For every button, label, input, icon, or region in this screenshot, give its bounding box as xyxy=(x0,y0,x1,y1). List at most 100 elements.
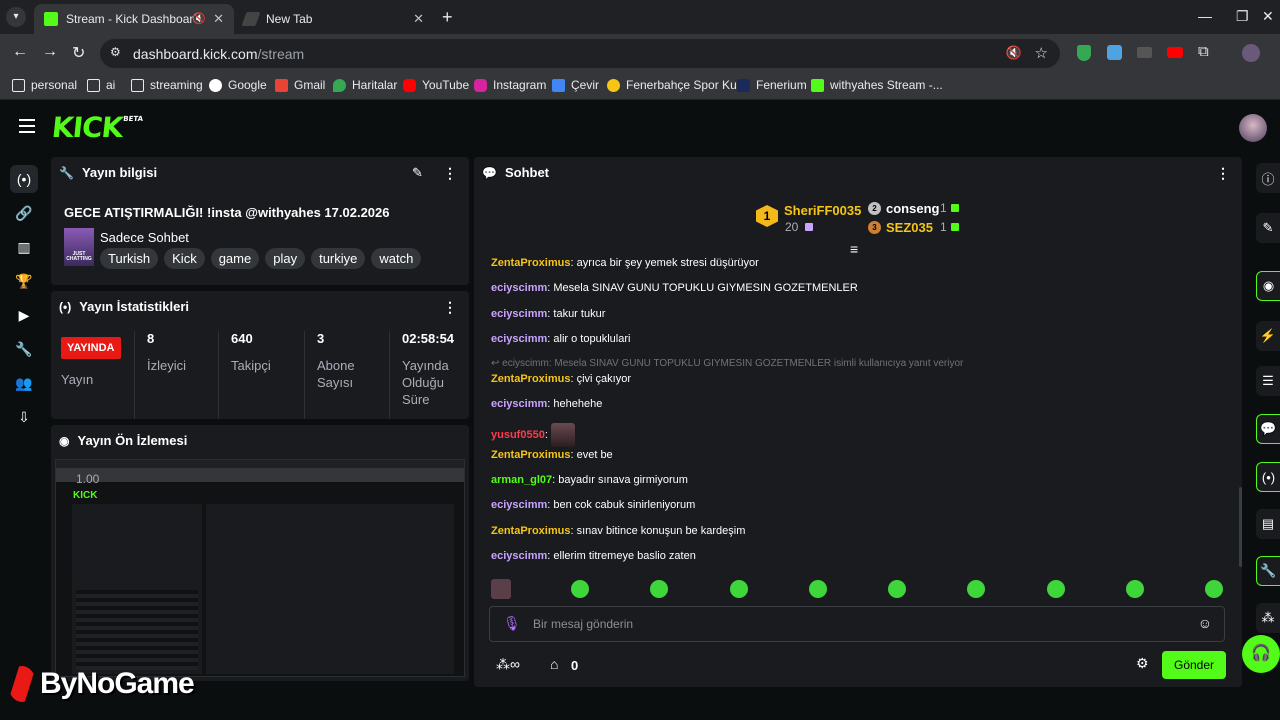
tag-chip[interactable]: turkiye xyxy=(311,248,366,269)
third-name[interactable]: SEZ035 xyxy=(886,220,933,235)
close-tab-icon[interactable]: ✕ xyxy=(413,11,424,27)
bookmark-gmail[interactable]: Gmail xyxy=(275,78,325,92)
forward-icon[interactable]: → xyxy=(42,43,58,61)
chat-username[interactable]: eciyscimm xyxy=(491,308,547,320)
chat-username[interactable]: ZentaProximus xyxy=(491,257,570,269)
preview-toggle-icon[interactable]: ◉ xyxy=(1256,271,1280,301)
chat-username[interactable]: ZentaProximus xyxy=(491,525,570,537)
profile-avatar[interactable] xyxy=(1242,44,1260,62)
chat-username[interactable]: eciyscimm xyxy=(491,499,547,511)
emoji-picker-icon[interactable]: ☺ xyxy=(1198,615,1212,631)
tag-chip[interactable]: play xyxy=(265,248,306,269)
category-thumbnail[interactable]: JUST CHATTING xyxy=(64,228,94,266)
preview-video[interactable]: KICK 1.00 xyxy=(55,459,465,677)
trophy-icon[interactable]: 🏆 xyxy=(10,267,38,295)
emote-kick-icon[interactable] xyxy=(967,580,985,598)
bookmark-personal[interactable]: personal xyxy=(12,78,77,92)
quick-actions-icon[interactable]: ⚡ xyxy=(1256,321,1280,351)
video-library-icon[interactable]: ▶ xyxy=(10,301,38,329)
bookmark-google[interactable]: Google xyxy=(209,78,267,92)
new-tab-button[interactable]: + xyxy=(442,7,453,28)
chat-username[interactable]: yusuf0550 xyxy=(491,429,545,441)
emote-kick-icon[interactable] xyxy=(1126,580,1144,598)
tag-chip[interactable]: Kick xyxy=(164,248,205,269)
channel-points-icon[interactable]: ⁂∞ xyxy=(496,656,520,673)
chat-username[interactable]: eciyscimm xyxy=(491,398,547,410)
leader-name[interactable]: SheriFF0035 xyxy=(784,203,861,218)
send-button[interactable]: Gönder xyxy=(1162,651,1226,679)
payouts-icon[interactable]: ⇩ xyxy=(10,403,38,431)
shield-extension-icon[interactable] xyxy=(1077,45,1091,61)
chat-username[interactable]: ZentaProximus xyxy=(491,449,570,461)
menu-hamburger-icon[interactable] xyxy=(19,119,35,133)
extensions-puzzle-icon[interactable]: ⧉ xyxy=(1198,43,1209,60)
bookmark-withyahes[interactable]: withyahes Stream -... xyxy=(811,78,943,92)
bookmark-fenerbahce[interactable]: Fenerbahçe Spor Ku... xyxy=(607,78,747,92)
address-bar[interactable]: ⚙ dashboard.kick.com/stream 🔇 ☆ xyxy=(100,39,1060,68)
reload-icon[interactable]: ↻ xyxy=(72,43,85,63)
tab-new-tab[interactable]: New Tab ✕ xyxy=(234,4,434,34)
close-window-icon[interactable]: ✕ xyxy=(1262,8,1274,25)
bookmark-instagram[interactable]: Instagram xyxy=(474,78,546,92)
back-icon[interactable]: ← xyxy=(12,43,28,61)
link-icon[interactable]: 🔗 xyxy=(10,199,38,227)
info-icon[interactable]: ⓘ xyxy=(1256,163,1280,193)
support-headset-button[interactable]: 🎧 xyxy=(1242,635,1280,673)
tag-chip[interactable]: watch xyxy=(371,248,422,269)
edit-pencil-icon[interactable]: ✎ xyxy=(412,165,423,181)
user-avatar[interactable] xyxy=(1239,114,1267,142)
translate-extension-icon[interactable] xyxy=(1107,45,1122,60)
emote-kick-icon[interactable] xyxy=(888,580,906,598)
minimize-icon[interactable]: — xyxy=(1198,8,1212,24)
chat-input[interactable]: 🎙 Bir mesaj gönderin ☺ xyxy=(489,606,1225,642)
bookmark-star-icon[interactable]: ☆ xyxy=(1035,44,1048,62)
bookmark-youtube[interactable]: YouTube xyxy=(403,78,469,92)
more-options-icon[interactable]: ⋮ xyxy=(443,165,457,182)
chat-username[interactable]: ZentaProximus xyxy=(491,373,570,385)
layout-icon[interactable]: ▤ xyxy=(1256,509,1280,539)
store-icon[interactable]: ⌂ xyxy=(550,656,558,672)
bookmark-ai[interactable]: ai xyxy=(87,78,115,92)
tab-search-chevron-icon[interactable]: ▾ xyxy=(6,7,26,27)
tab-kick-dashboard[interactable]: Stream - Kick Dashboard 🔇 ✕ xyxy=(34,4,234,34)
analytics-chart-icon[interactable]: ▥ xyxy=(10,233,38,261)
bookmark-cevir[interactable]: Çevir xyxy=(552,78,599,92)
emote-kick-icon[interactable] xyxy=(730,580,748,598)
tag-chip[interactable]: game xyxy=(210,248,260,269)
chat-toggle-icon[interactable]: 💬 xyxy=(1256,414,1280,444)
emote-kick-icon[interactable] xyxy=(1205,580,1223,598)
community-icon[interactable]: ⁂ xyxy=(1256,603,1280,633)
tag-chip[interactable]: Turkish xyxy=(100,248,159,269)
emote-kick-icon[interactable] xyxy=(1047,580,1065,598)
chat-username[interactable]: eciyscimm xyxy=(491,333,547,345)
category-name[interactable]: Sadece Sohbet xyxy=(100,230,189,245)
chat-username[interactable]: arman_gl07 xyxy=(491,474,552,486)
kick-logo[interactable]: KICKBETA xyxy=(50,111,144,144)
second-name[interactable]: conseng xyxy=(886,201,939,216)
tab-muted-icon[interactable]: 🔇 xyxy=(192,12,206,25)
bookmark-streaming[interactable]: streaming xyxy=(131,78,203,92)
bookmark-haritalar[interactable]: Haritalar xyxy=(333,78,397,92)
emote-kick-icon[interactable] xyxy=(571,580,589,598)
youtube-extension-icon[interactable] xyxy=(1167,47,1183,58)
chat-username[interactable]: eciyscimm xyxy=(491,550,547,562)
community-users-icon[interactable]: 👥 xyxy=(10,369,38,397)
chat-username[interactable]: eciyscimm xyxy=(491,282,547,294)
notes-icon[interactable]: ☰ xyxy=(1256,366,1280,396)
stream-broadcast-icon[interactable]: (•) xyxy=(10,165,38,193)
stats-toggle-icon[interactable]: (•) xyxy=(1256,462,1280,492)
collapse-leaderboard-icon[interactable]: ≡ xyxy=(850,241,858,257)
wrench-icon[interactable]: 🔧 xyxy=(10,335,38,363)
close-tab-icon[interactable]: ✕ xyxy=(213,11,224,27)
chat-settings-icon[interactable]: ⚙ xyxy=(1136,655,1149,672)
more-options-icon[interactable]: ⋮ xyxy=(443,299,457,316)
edit-icon[interactable]: ✎ xyxy=(1256,213,1280,243)
microphone-icon[interactable]: 🎙 xyxy=(503,615,521,632)
restore-icon[interactable]: ❐ xyxy=(1236,8,1249,25)
more-options-icon[interactable]: ⋮ xyxy=(1216,165,1230,182)
emote-kick-icon[interactable] xyxy=(809,580,827,598)
emote-avatar[interactable] xyxy=(491,579,511,599)
emote-kick-icon[interactable] xyxy=(650,580,668,598)
chat-scrollbar[interactable] xyxy=(1239,487,1242,567)
tools-toggle-icon[interactable]: 🔧 xyxy=(1256,556,1280,586)
